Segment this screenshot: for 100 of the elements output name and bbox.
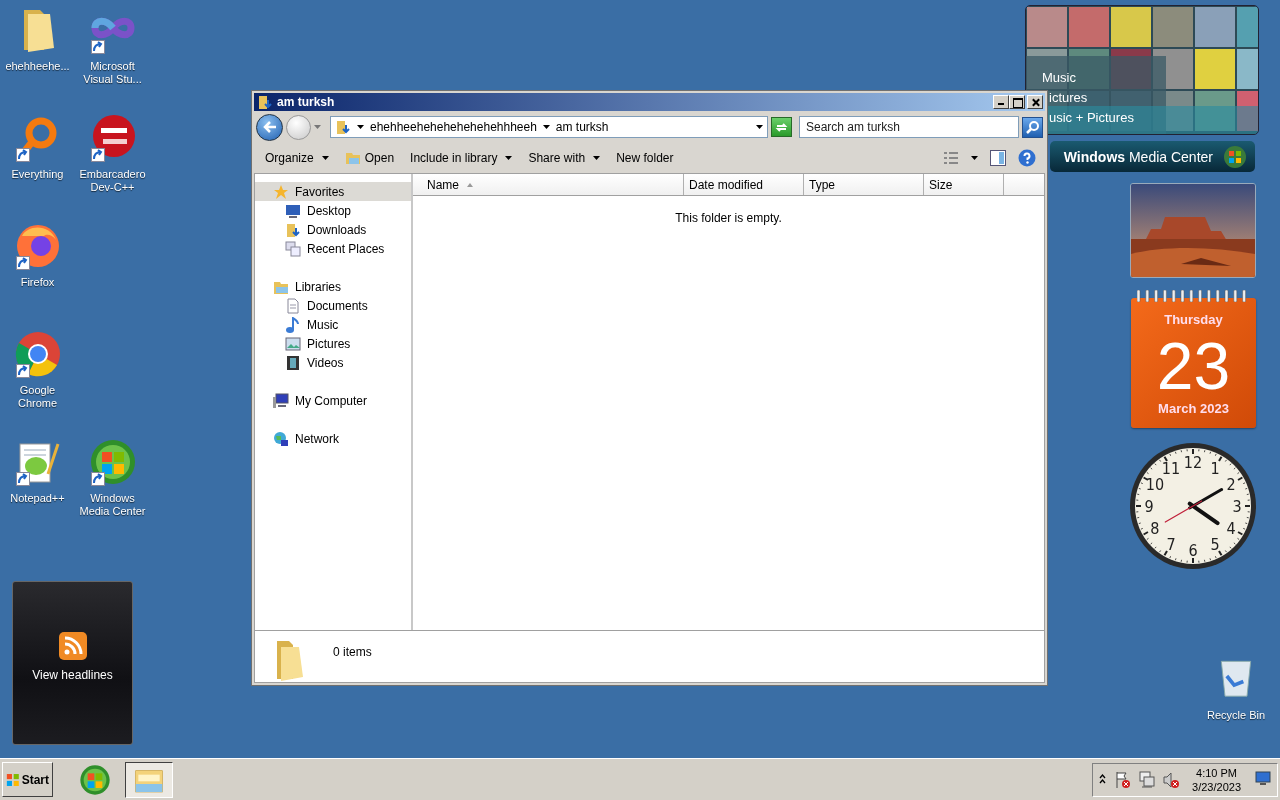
- desktop-icon[interactable]: Google Chrome: [0, 330, 75, 438]
- folder-icon: [285, 221, 301, 238]
- column-header[interactable]: Name: [413, 174, 684, 195]
- banner-title: Windows Media Center: [1063, 148, 1213, 165]
- desktop-icon[interactable]: Windows Media Center: [75, 438, 150, 546]
- pane-icon: [990, 150, 1006, 166]
- media-center-banner[interactable]: Windows Media Center: [1050, 141, 1255, 172]
- item-count: 0 items: [333, 645, 372, 659]
- desktop-icon[interactable]: Notepad++: [0, 438, 75, 546]
- clock-numeral: 8: [1150, 519, 1160, 538]
- clock-numeral: 9: [1144, 497, 1154, 516]
- caret-icon: [542, 125, 550, 129]
- search-field[interactable]: Search am turksh: [799, 116, 1019, 138]
- music-note-icon: [285, 316, 301, 333]
- clock-numeral: 10: [1145, 475, 1165, 494]
- hour-hand: [1187, 501, 1220, 526]
- folder-icon: [257, 94, 273, 110]
- view-headlines-link[interactable]: View headlines: [32, 668, 113, 682]
- nav-item[interactable]: Desktop: [255, 201, 411, 220]
- toolbar-button[interactable]: Organize: [258, 148, 336, 168]
- desktop-icon[interactable]: Firefox: [0, 222, 75, 330]
- wheel-icon: [13, 330, 62, 378]
- close-button[interactable]: [1027, 95, 1043, 109]
- taskbar-button[interactable]: [125, 761, 173, 798]
- network-icon: [1138, 770, 1157, 789]
- nav-item[interactable]: Documents: [255, 296, 411, 315]
- help-icon: [1018, 149, 1036, 167]
- desktop-icon[interactable]: ehehheehe...: [0, 6, 75, 114]
- empty-folder-message: This folder is empty.: [674, 211, 783, 225]
- orb-icon: [1223, 144, 1247, 169]
- search-icon: [1025, 120, 1040, 134]
- window-stack-icon: [285, 240, 301, 257]
- weekday: Thursday: [1164, 312, 1223, 327]
- nav-item[interactable]: Videos: [255, 353, 411, 372]
- address-bar[interactable]: ehehheehehehehehehehhheeh am turksh: [330, 116, 768, 138]
- nav-item[interactable]: Music: [255, 315, 411, 334]
- day-number: 23: [1156, 333, 1231, 399]
- desktop-icon[interactable]: Recycle Bin: [1198, 654, 1274, 721]
- menu-item[interactable]: Music: [1042, 70, 1076, 85]
- column-header[interactable]: Size: [924, 174, 1004, 195]
- refresh-icon: [775, 121, 788, 133]
- clock-numeral: 2: [1226, 475, 1236, 494]
- clock-numeral: 7: [1166, 535, 1176, 555]
- computer-icon: [273, 392, 289, 409]
- caret-icon: [971, 156, 978, 160]
- image-icon: [285, 335, 301, 352]
- flag-error-icon: [1114, 770, 1133, 789]
- film-icon: [285, 354, 301, 371]
- nav-item[interactable]: Libraries: [255, 277, 411, 296]
- show-desktop-button[interactable]: [1253, 771, 1273, 788]
- orb-icon: [79, 763, 111, 796]
- breadcrumb[interactable]: ehehheehehehehehehehhheeh: [370, 120, 537, 134]
- refresh-button[interactable]: [771, 117, 792, 137]
- menu-item[interactable]: ictures: [1049, 90, 1088, 105]
- minimize-button[interactable]: [993, 95, 1009, 109]
- folder-icon: [335, 119, 351, 135]
- windows-flag-icon: [6, 771, 20, 788]
- column-header[interactable]: Date modified: [684, 174, 804, 195]
- list-view-icon: [943, 151, 959, 165]
- desktop-icon[interactable]: Microsoft Visual Stu...: [75, 6, 150, 114]
- back-button[interactable]: [256, 113, 283, 141]
- toolbar-button[interactable]: Open: [337, 147, 402, 169]
- month-year: March 2023: [1158, 401, 1229, 416]
- desktop-icon[interactable]: Everything: [0, 114, 75, 222]
- second-hand: [1164, 500, 1203, 523]
- clock-numeral: 11: [1161, 458, 1181, 478]
- nav-item[interactable]: My Computer: [255, 391, 411, 410]
- minute-hand: [1188, 488, 1224, 510]
- rss-icon: [58, 632, 87, 660]
- clock-numeral: 12: [1183, 453, 1203, 472]
- start-button[interactable]: Start: [2, 762, 53, 797]
- nav-item[interactable]: Downloads: [255, 220, 411, 239]
- column-header[interactable]: Type: [804, 174, 924, 195]
- clock-numeral: 4: [1226, 519, 1236, 538]
- taskbar-clock[interactable]: 4:10 PM 3/23/2023: [1186, 765, 1247, 794]
- nav-item[interactable]: Pictures: [255, 334, 411, 353]
- caret-icon: [756, 125, 763, 129]
- chevron-icon: [1099, 774, 1107, 784]
- monitor-icon: [1255, 771, 1271, 785]
- maximize-button[interactable]: [1009, 95, 1025, 109]
- toolbar-button[interactable]: New folder: [609, 148, 681, 168]
- search-button[interactable]: [1022, 116, 1043, 138]
- nav-item[interactable]: Favorites: [255, 182, 411, 201]
- nav-item[interactable]: Recent Places: [255, 239, 411, 258]
- window-title: am turksh: [277, 95, 336, 109]
- clock-numeral: 1: [1210, 458, 1220, 478]
- toolbar-button[interactable]: Include in library: [403, 148, 520, 168]
- clock-numeral: 5: [1210, 535, 1220, 555]
- toolbar-button[interactable]: Share with: [521, 148, 608, 168]
- nav-item[interactable]: Network: [255, 429, 411, 448]
- monitor-icon: [285, 202, 301, 219]
- clock-numeral: 6: [1188, 541, 1198, 560]
- orb-icon: [88, 438, 137, 486]
- globe-icon: [273, 430, 289, 447]
- clock-numeral: 3: [1232, 497, 1242, 516]
- folder-icon: [344, 150, 361, 166]
- desktop-icon[interactable]: Embarcadero Dev-C++: [75, 114, 150, 222]
- breadcrumb[interactable]: am turksh: [555, 120, 609, 134]
- star-icon: [273, 183, 289, 200]
- menu-item[interactable]: usic + Pictures: [1049, 110, 1134, 125]
